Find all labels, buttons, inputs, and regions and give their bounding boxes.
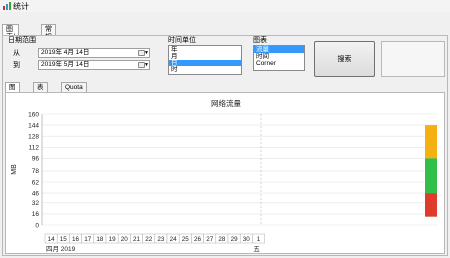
y-axis-label: MB: [11, 164, 18, 175]
y-tick-label: 46: [32, 190, 40, 197]
time-unit-option[interactable]: 日: [169, 59, 241, 66]
time-unit-option[interactable]: 年: [169, 46, 241, 53]
x-tick-label: 29: [231, 236, 239, 243]
x-tick-label: 27: [206, 236, 214, 243]
x-tick-label: 17: [84, 236, 92, 243]
color-segment: [425, 158, 437, 194]
x-tick-label: 18: [96, 236, 104, 243]
chart-app-icon: [3, 2, 11, 10]
time-unit-option[interactable]: 时: [169, 66, 241, 73]
y-tick-label: 0: [35, 222, 39, 229]
color-segment: [425, 193, 437, 217]
x-tick-label: 1: [257, 236, 261, 243]
month-label: 四月 2019: [46, 245, 76, 253]
y-tick-label: 160: [28, 111, 39, 118]
x-tick-label: 21: [133, 236, 141, 243]
y-tick-label: 96: [32, 156, 40, 163]
search-button[interactable]: 搜索: [314, 41, 375, 77]
to-date-picker[interactable]: 2019年 5月 14日 ▼: [38, 60, 150, 70]
to-date-value: 2019年 5月 14日: [41, 61, 90, 68]
window-title: 统计: [13, 2, 29, 11]
x-tick-label: 24: [170, 236, 178, 243]
chevron-down-icon[interactable]: ▼: [144, 49, 149, 57]
y-tick-label: 128: [28, 134, 39, 141]
to-label: 到: [13, 62, 20, 69]
tab-general[interactable]: 常规: [41, 24, 56, 41]
x-tick-label: 25: [182, 236, 190, 243]
time-unit-listbox[interactable]: 年月日时: [168, 45, 242, 75]
time-unit-label: 时间单位: [168, 37, 196, 44]
x-tick-label: 20: [121, 236, 129, 243]
chart-kind-listbox[interactable]: 流量 时间 Corner: [253, 45, 305, 71]
x-tick-label: 28: [218, 236, 226, 243]
traffic-chart: 网络流量MB016324662789611212814416014 15 16 17 1…: [11, 98, 438, 253]
from-label: 从: [13, 50, 20, 57]
x-tick-label: 23: [157, 236, 165, 243]
month-label: 五: [253, 245, 260, 253]
chart-kind-option[interactable]: 时间: [254, 53, 304, 60]
chart-area: 网络流量 MB 0 16 32 46 62 78 96 112 128 144 160 14 15 16 17 1…: [5, 92, 445, 254]
x-tick-label: 16: [72, 236, 80, 243]
x-tick-label: 19: [109, 236, 117, 243]
chart-kind-option[interactable]: Corner: [254, 60, 304, 67]
y-tick-label: 62: [32, 179, 40, 186]
x-tick-label: 30: [243, 236, 251, 243]
x-tick-label: 14: [48, 236, 56, 243]
time-unit-option[interactable]: 月: [169, 53, 241, 60]
y-tick-label: 78: [32, 168, 40, 175]
chevron-down-icon[interactable]: ▼: [144, 61, 149, 69]
y-tick-label: 32: [32, 200, 40, 207]
y-tick-label: 16: [32, 211, 40, 218]
title-bar: 统计: [0, 0, 450, 12]
chart-kind-option[interactable]: 流量: [254, 46, 304, 53]
x-tick-label: 15: [60, 236, 68, 243]
x-tick-label: 26: [194, 236, 202, 243]
tab-table[interactable]: 表格: [33, 82, 48, 100]
tab-quota[interactable]: Quota: [61, 82, 87, 92]
date-range-label: 日期范围: [8, 37, 36, 44]
y-tick-label: 144: [28, 122, 39, 129]
color-segment: [425, 125, 437, 159]
y-tick-label: 112: [29, 145, 40, 152]
from-date-picker[interactable]: 2019年 4月 14日 ▼: [38, 48, 150, 58]
chart-kind-label: 图表: [253, 37, 267, 44]
chart-title: 网络流量: [211, 98, 241, 108]
x-tick-label: 22: [145, 236, 153, 243]
from-date-value: 2019年 4月 14日: [41, 49, 90, 56]
preview-box: [381, 41, 445, 77]
